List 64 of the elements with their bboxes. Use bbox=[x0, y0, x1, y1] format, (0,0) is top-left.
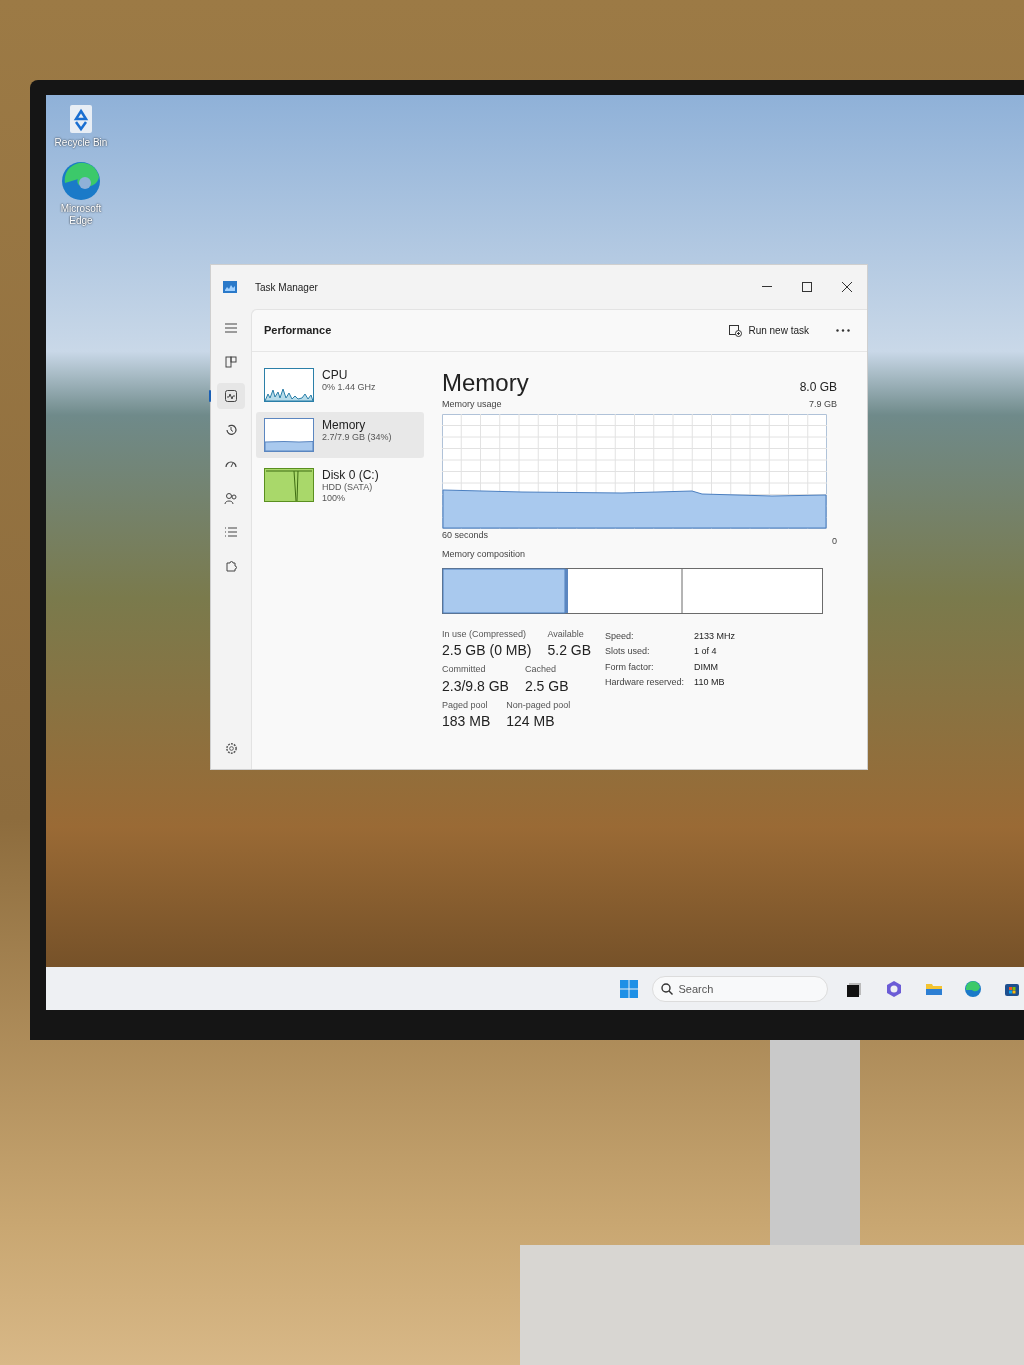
stat-value: 2.3/9.8 GB bbox=[442, 676, 509, 695]
stat-label: Available bbox=[547, 627, 585, 641]
copilot-icon bbox=[885, 979, 904, 998]
device-name: CPU bbox=[322, 368, 349, 382]
spec-label: Hardware reserved: bbox=[605, 676, 685, 689]
stat-value: 183 MB bbox=[442, 712, 491, 730]
edge-icon bbox=[964, 979, 983, 998]
total-memory: 8.0 GB bbox=[799, 379, 837, 396]
device-detail: HDD (SATA) bbox=[322, 482, 374, 493]
chart-label: Memory usage bbox=[442, 398, 502, 411]
grid-icon bbox=[224, 355, 238, 369]
spec-label: Speed: bbox=[605, 629, 635, 643]
device-item[interactable]: Disk 0 (C:) HDD (SATA) 100% bbox=[256, 462, 424, 510]
spec-label: Slots used: bbox=[605, 645, 651, 658]
axis-max-label: 7.9 GB bbox=[809, 398, 837, 411]
menu-icon bbox=[224, 321, 238, 335]
stat-value: 2.5 GB (0 MB) bbox=[442, 641, 532, 659]
usage-graph-thumbnail bbox=[264, 368, 314, 402]
spec-value: 110 MB bbox=[694, 676, 726, 689]
section-title: Memory bbox=[442, 370, 529, 396]
pulse-icon bbox=[224, 389, 238, 403]
puzzle-icon bbox=[224, 559, 238, 573]
device-detail: 2.7/7.9 GB (34%) bbox=[322, 432, 392, 443]
more-icon bbox=[836, 329, 850, 332]
minimize-icon bbox=[762, 286, 772, 288]
history-icon bbox=[224, 423, 238, 437]
stat-label: Paged pool bbox=[442, 698, 489, 712]
spec-label: Form factor: bbox=[605, 660, 655, 674]
time-span-label: 60 seconds bbox=[442, 528, 489, 542]
stat-label: Committed bbox=[442, 663, 487, 676]
axis-min-label: 0 bbox=[832, 534, 837, 548]
run-new-task-button[interactable]: Run new task bbox=[723, 319, 815, 342]
stat-label: In use (Compressed) bbox=[442, 627, 528, 641]
page-title: Performance bbox=[264, 323, 332, 339]
search-icon bbox=[660, 982, 673, 995]
usage-graph-thumbnail bbox=[264, 468, 314, 502]
stat-label: Cached bbox=[524, 663, 557, 676]
device-item[interactable]: CPU 0% 1.44 GHz bbox=[256, 362, 424, 408]
device-item[interactable]: Memory 2.7/7.9 GB (34%) bbox=[256, 412, 424, 458]
device-name: Disk 0 (C:) bbox=[322, 468, 379, 482]
new-task-icon bbox=[729, 324, 743, 337]
stat-label: Non-paged pool bbox=[506, 698, 571, 712]
stat-value: 5.2 GB bbox=[547, 641, 592, 659]
spec-value: DIMM bbox=[694, 660, 720, 674]
device-detail: 100% bbox=[322, 493, 347, 504]
maximize-icon bbox=[802, 282, 812, 292]
edge-icon bbox=[61, 161, 101, 201]
device-detail: 0% 1.44 GHz bbox=[322, 382, 376, 393]
stat-value: 124 MB bbox=[506, 712, 556, 730]
app-icon bbox=[223, 281, 237, 293]
usage-graph-thumbnail bbox=[264, 418, 314, 452]
search-field[interactable]: Search bbox=[651, 975, 828, 1002]
users-icon bbox=[224, 491, 238, 505]
close-icon bbox=[842, 282, 852, 292]
settings-icon bbox=[224, 741, 238, 755]
spec-value: 2133 MHz bbox=[694, 629, 736, 643]
chart-label: Memory composition bbox=[442, 548, 527, 561]
window-title: Task Manager bbox=[255, 280, 318, 295]
device-name: Memory bbox=[322, 418, 367, 432]
list-icon bbox=[224, 525, 238, 539]
spec-value: 1 of 4 bbox=[694, 645, 718, 658]
selection-indicator bbox=[209, 390, 211, 402]
stat-value: 2.5 GB bbox=[524, 676, 569, 695]
windows-logo-icon bbox=[619, 979, 638, 998]
